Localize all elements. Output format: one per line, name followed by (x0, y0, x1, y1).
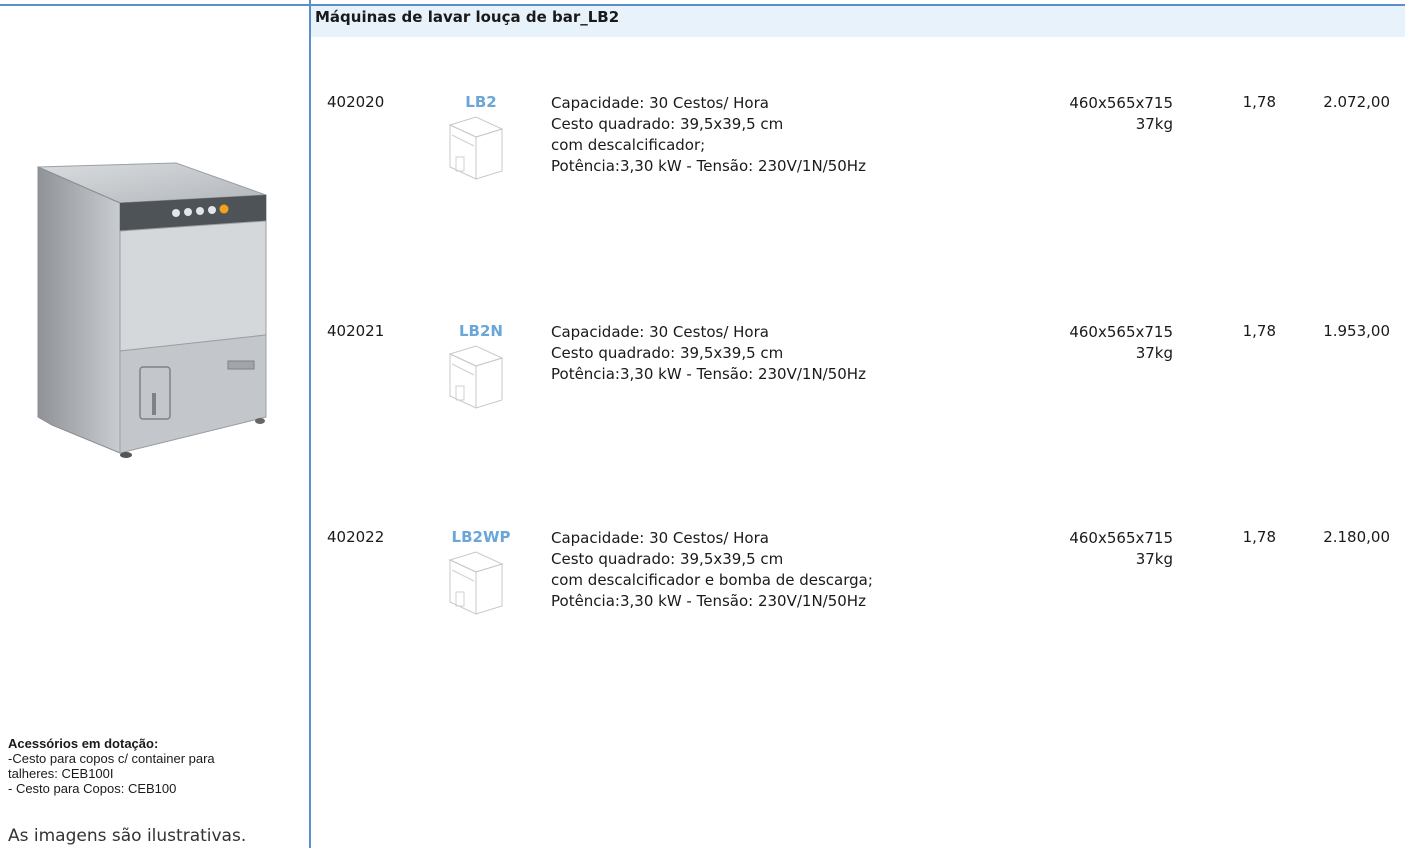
product-price: 2.072,00 (1323, 93, 1390, 111)
description-line: Cesto quadrado: 39,5x39,5 cm (551, 344, 784, 362)
product-row: 402022 LB2WP Capacidade: 30 Cestos/ Hora… (311, 528, 1405, 668)
product-code: 402021 (327, 322, 385, 340)
dishwasher-image (37, 162, 267, 458)
accessories-note: Acessórios em dotação: -Cesto para copos… (8, 736, 278, 796)
product-description: Capacidade: 30 Cestos/ Hora Cesto quadra… (551, 93, 866, 177)
dimensions-value: 460x565x715 (1069, 529, 1173, 547)
weight-value: 37kg (1135, 115, 1173, 133)
product-description: Capacidade: 30 Cestos/ Hora Cesto quadra… (551, 528, 873, 612)
product-model: LB2 (465, 93, 497, 111)
product-thumbnail-icon (448, 116, 504, 180)
description-line: Capacidade: 30 Cestos/ Hora (551, 323, 769, 341)
product-volume: 1,78 (1242, 322, 1276, 340)
description-line: com descalcificador; (551, 136, 706, 154)
product-price: 2.180,00 (1323, 528, 1390, 546)
product-model: LB2N (459, 322, 503, 340)
accessories-line: -Cesto para copos c/ container para (8, 751, 215, 766)
product-thumbnail-icon (448, 345, 504, 409)
accessories-line: talheres: CEB100I (8, 766, 114, 781)
description-line: Potência:3,30 kW - Tensão: 230V/1N/50Hz (551, 365, 866, 383)
product-price: 1.953,00 (1323, 322, 1390, 340)
dimensions-value: 460x565x715 (1069, 94, 1173, 112)
weight-value: 37kg (1135, 550, 1173, 568)
product-code: 402022 (327, 528, 385, 546)
accessories-title: Acessórios em dotação: (8, 736, 159, 751)
weight-value: 37kg (1135, 344, 1173, 362)
description-line: Potência:3,30 kW - Tensão: 230V/1N/50Hz (551, 592, 866, 610)
product-row: 402021 LB2N Capacidade: 30 Cestos/ Hora … (311, 322, 1405, 462)
product-thumbnail-icon (448, 551, 504, 615)
description-line: Cesto quadrado: 39,5x39,5 cm (551, 550, 784, 568)
description-line: com descalcificador e bomba de descarga; (551, 571, 873, 589)
image-disclaimer: As imagens são ilustrativas. (8, 826, 247, 846)
description-line: Capacidade: 30 Cestos/ Hora (551, 529, 769, 547)
description-line: Potência:3,30 kW - Tensão: 230V/1N/50Hz (551, 157, 866, 175)
product-dimensions: 460x565x715 37kg (1051, 93, 1173, 135)
product-volume: 1,78 (1242, 528, 1276, 546)
description-line: Cesto quadrado: 39,5x39,5 cm (551, 115, 784, 133)
product-description: Capacidade: 30 Cestos/ Hora Cesto quadra… (551, 322, 866, 385)
product-row: 402020 LB2 Capacidade: 30 Cestos/ Hora C… (311, 93, 1405, 233)
dimensions-value: 460x565x715 (1069, 323, 1173, 341)
top-divider (0, 4, 309, 6)
description-line: Capacidade: 30 Cestos/ Hora (551, 94, 769, 112)
page-title: Máquinas de lavar louça de bar_LB2 (315, 8, 620, 26)
product-dimensions: 460x565x715 37kg (1051, 528, 1173, 570)
product-code: 402020 (327, 93, 385, 111)
product-dimensions: 460x565x715 37kg (1051, 322, 1173, 364)
product-model: LB2WP (451, 528, 511, 546)
accessories-line: - Cesto para Copos: CEB100 (8, 781, 177, 796)
product-volume: 1,78 (1242, 93, 1276, 111)
